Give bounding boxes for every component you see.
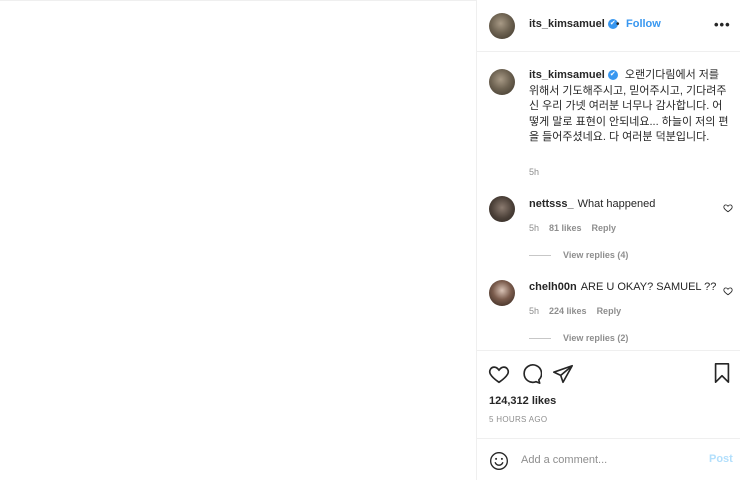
comment-avatar[interactable] (489, 280, 515, 306)
post-media[interactable] (0, 0, 476, 480)
caption-username[interactable]: its_kimsamuel (529, 69, 605, 81)
like-comment-heart-icon[interactable] (723, 203, 733, 213)
separator-dot: • (616, 19, 620, 30)
comment-body: What happened (577, 198, 656, 210)
caption: its_kimsamuel ✔ 오랜기다림에서 저를 위해서 기도해주시고, 믿어… (529, 68, 729, 146)
add-comment-bar: Post (477, 438, 740, 480)
comment-time[interactable]: 5h (529, 306, 539, 316)
verified-icon: ✔ (607, 70, 618, 81)
caption-time[interactable]: 5h (529, 167, 539, 177)
comment-username[interactable]: chelh00n (529, 281, 577, 293)
reply-button[interactable]: Reply (597, 306, 622, 316)
comment-username[interactable]: nettsss_ (529, 198, 574, 210)
comment-likes[interactable]: 224 likes (549, 306, 587, 316)
comment-meta: 5h 224 likes Reply (529, 306, 631, 316)
like-comment-heart-icon[interactable] (723, 286, 733, 296)
comment-meta: 5h 81 likes Reply (529, 223, 626, 233)
comment-avatar[interactable] (489, 196, 515, 222)
comment-item: nettsss_ What happened (529, 198, 655, 210)
comment-item: chelh00n ARE U OKAY? SAMUEL ?? (529, 281, 716, 293)
bookmark-icon[interactable] (711, 362, 733, 384)
heart-icon[interactable] (488, 363, 510, 385)
comment-time[interactable]: 5h (529, 223, 539, 233)
emoji-icon[interactable] (489, 451, 509, 471)
view-replies-label[interactable]: View replies (4) (563, 250, 628, 260)
view-replies-button[interactable]: View replies (4) (529, 250, 628, 260)
post-side-panel: its_kimsamuel ✔ • Follow ••• its_kimsamue… (476, 0, 740, 480)
follow-button[interactable]: Follow (626, 18, 661, 30)
reply-button[interactable]: Reply (592, 223, 617, 233)
share-icon[interactable] (552, 363, 574, 385)
view-replies-button[interactable]: View replies (2) (529, 333, 628, 343)
caption-avatar[interactable] (489, 69, 515, 95)
post-timestamp[interactable]: 5 HOURS AGO (489, 415, 547, 424)
comment-likes[interactable]: 81 likes (549, 223, 582, 233)
header-username-text[interactable]: its_kimsamuel (529, 18, 605, 30)
comment-input[interactable] (521, 451, 701, 469)
header-username[interactable]: its_kimsamuel ✔ (529, 18, 618, 30)
replies-divider (529, 338, 551, 340)
post-dialog: its_kimsamuel ✔ • Follow ••• its_kimsamue… (0, 0, 740, 480)
replies-divider (529, 255, 551, 257)
likes-count[interactable]: 124,312 likes (489, 395, 556, 407)
comment-icon[interactable] (520, 363, 542, 385)
post-header: its_kimsamuel ✔ • Follow ••• (477, 0, 740, 52)
comment-body: ARE U OKAY? SAMUEL ?? (580, 281, 717, 293)
post-comment-button[interactable]: Post (709, 453, 733, 465)
avatar[interactable] (489, 13, 515, 39)
more-options-icon[interactable]: ••• (714, 17, 731, 32)
post-actions: 124,312 likes 5 HOURS AGO (477, 350, 740, 438)
view-replies-label[interactable]: View replies (2) (563, 333, 628, 343)
